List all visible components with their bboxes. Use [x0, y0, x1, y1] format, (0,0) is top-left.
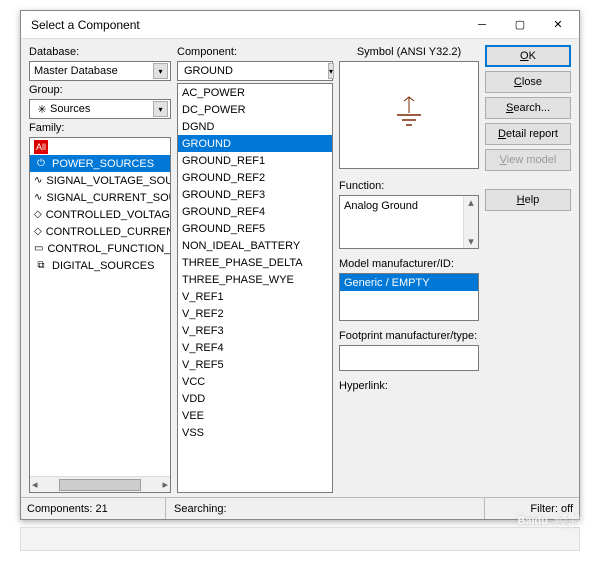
component-item[interactable]: GROUND_REF3 [178, 186, 332, 203]
family-icon: ◇ [34, 208, 42, 222]
component-panel: Component: ▾ AC_POWERDC_POWERDGNDGROUNDG… [177, 45, 333, 493]
chevron-down-icon: ▾ [153, 63, 168, 79]
search-button[interactable]: Search... [485, 97, 571, 119]
function-label: Function: [339, 179, 479, 193]
status-bar: Components: 21 Searching: Filter: off [21, 497, 579, 519]
component-item[interactable]: V_REF3 [178, 322, 332, 339]
component-item[interactable]: THREE_PHASE_DELTA [178, 254, 332, 271]
model-value: Generic / EMPTY [344, 277, 430, 289]
hyperlink-label: Hyperlink: [339, 379, 479, 393]
component-item[interactable]: V_REF4 [178, 339, 332, 356]
family-item[interactable]: ∿ SIGNAL_CURRENT_SOURCES [30, 189, 170, 206]
family-item[interactable]: ▭ CONTROL_FUNCTION_BLOCKS [30, 240, 170, 257]
family-label: POWER_SOURCES [52, 158, 154, 170]
family-list[interactable]: All ⏻ POWER_SOURCES ∿ SIGNAL_VOLTAGE_SOURCES… [29, 137, 171, 493]
component-label: Component: [177, 45, 333, 59]
model-item[interactable]: Generic / EMPTY [340, 274, 478, 291]
component-item[interactable]: V_REF2 [178, 305, 332, 322]
info-panel: Symbol (ANSI Y32.2) Function: Analog Gro… [339, 45, 479, 493]
component-item[interactable]: VEE [178, 407, 332, 424]
family-hscroll[interactable]: ◂▸ [30, 476, 170, 492]
component-item[interactable]: THREE_PHASE_WYE [178, 271, 332, 288]
component-item[interactable]: GROUND_REF2 [178, 169, 332, 186]
maximize-button[interactable]: ▢ [501, 12, 539, 38]
family-icon: ◇ [34, 225, 42, 239]
sources-icon: ✳ [34, 103, 50, 116]
component-item[interactable]: AC_POWER [178, 84, 332, 101]
family-label: DIGITAL_SOURCES [52, 260, 155, 272]
ground-icon [385, 91, 433, 139]
family-icon: ∿ [34, 191, 42, 205]
dialog: Select a Component ─ ▢ ✕ Database: Maste… [20, 10, 580, 520]
family-item[interactable]: All [30, 138, 170, 155]
family-label: CONTROLLED_CURRENT_SOURCES [46, 226, 171, 238]
family-item[interactable]: ◇ CONTROLLED_CURRENT_SOURCES [30, 223, 170, 240]
status-searching: Searching: [174, 503, 476, 515]
filter-toggle-icon[interactable]: ▾ [328, 63, 334, 79]
family-item[interactable]: ⧉ DIGITAL_SOURCES [30, 257, 170, 274]
chevron-down-icon: ▾ [153, 101, 168, 117]
family-icon: ∿ [34, 174, 42, 188]
family-label: CONTROLLED_VOLTAGE_SOURCES [46, 209, 171, 221]
family-icon: ⧉ [34, 259, 48, 273]
database-label: Database: [29, 45, 171, 59]
component-item[interactable]: VCC [178, 373, 332, 390]
family-icon: All [34, 140, 48, 154]
footprint-box[interactable] [339, 345, 479, 371]
button-column: OK Close Search... Detail report View mo… [485, 45, 571, 493]
group-value: Sources [50, 103, 153, 115]
component-item[interactable]: GROUND [178, 135, 332, 152]
close-window-button[interactable]: ✕ [539, 12, 577, 38]
database-value: Master Database [34, 65, 153, 77]
component-search[interactable]: ▾ [177, 61, 333, 81]
watermark-sub: 经验 [554, 511, 582, 531]
component-item[interactable]: V_REF1 [178, 288, 332, 305]
component-item[interactable]: DGND [178, 118, 332, 135]
component-item[interactable]: GROUND_REF5 [178, 220, 332, 237]
footprint-label: Footprint manufacturer/type: [339, 329, 479, 343]
family-label: SIGNAL_VOLTAGE_SOURCES [46, 175, 171, 187]
component-item[interactable]: GROUND_REF1 [178, 152, 332, 169]
symbol-preview [339, 61, 479, 169]
component-item[interactable]: VSS [178, 424, 332, 441]
function-box: Analog Ground ▴▾ [339, 195, 479, 249]
window-title: Select a Component [31, 18, 463, 32]
function-scrollbar[interactable]: ▴▾ [463, 196, 478, 248]
family-icon: ⏻ [34, 157, 48, 171]
component-item[interactable]: GROUND_REF4 [178, 203, 332, 220]
component-item[interactable]: NON_IDEAL_BATTERY [178, 237, 332, 254]
function-value: Analog Ground [344, 200, 418, 212]
component-item[interactable]: V_REF5 [178, 356, 332, 373]
component-item[interactable]: VDD [178, 390, 332, 407]
model-label: Model manufacturer/ID: [339, 257, 479, 271]
family-item[interactable]: ∿ SIGNAL_VOLTAGE_SOURCES [30, 172, 170, 189]
family-label: SIGNAL_CURRENT_SOURCES [46, 192, 171, 204]
titlebar: Select a Component ─ ▢ ✕ [21, 11, 579, 39]
component-item[interactable]: DC_POWER [178, 101, 332, 118]
detail-report-button[interactable]: Detail report [485, 123, 571, 145]
family-label: CONTROL_FUNCTION_BLOCKS [47, 243, 171, 255]
group-label: Group: [29, 83, 171, 97]
group-combo[interactable]: ✳ Sources ▾ [29, 99, 171, 119]
status-components: Components: 21 [27, 503, 157, 515]
left-panel: Database: Master Database ▾ Group: ✳ Sou… [29, 45, 171, 493]
close-button[interactable]: Close [485, 71, 571, 93]
watermark: Baidu 经验 [517, 511, 582, 531]
help-button[interactable]: Help [485, 189, 571, 211]
family-item[interactable]: ⏻ POWER_SOURCES [30, 155, 170, 172]
model-list[interactable]: Generic / EMPTY [339, 273, 479, 321]
symbol-label: Symbol (ANSI Y32.2) [339, 45, 479, 59]
component-input[interactable] [182, 64, 328, 78]
component-list[interactable]: AC_POWERDC_POWERDGNDGROUNDGROUND_REF1GRO… [177, 83, 333, 493]
family-label: Family: [29, 121, 171, 135]
family-item[interactable]: ◇ CONTROLLED_VOLTAGE_SOURCES [30, 206, 170, 223]
minimize-button[interactable]: ─ [463, 12, 501, 38]
bottom-bar [20, 527, 580, 551]
family-icon: ▭ [34, 242, 43, 256]
watermark-brand: Baidu [517, 515, 548, 527]
ok-button[interactable]: OK [485, 45, 571, 67]
database-combo[interactable]: Master Database ▾ [29, 61, 171, 81]
view-model-button: View model [485, 149, 571, 171]
